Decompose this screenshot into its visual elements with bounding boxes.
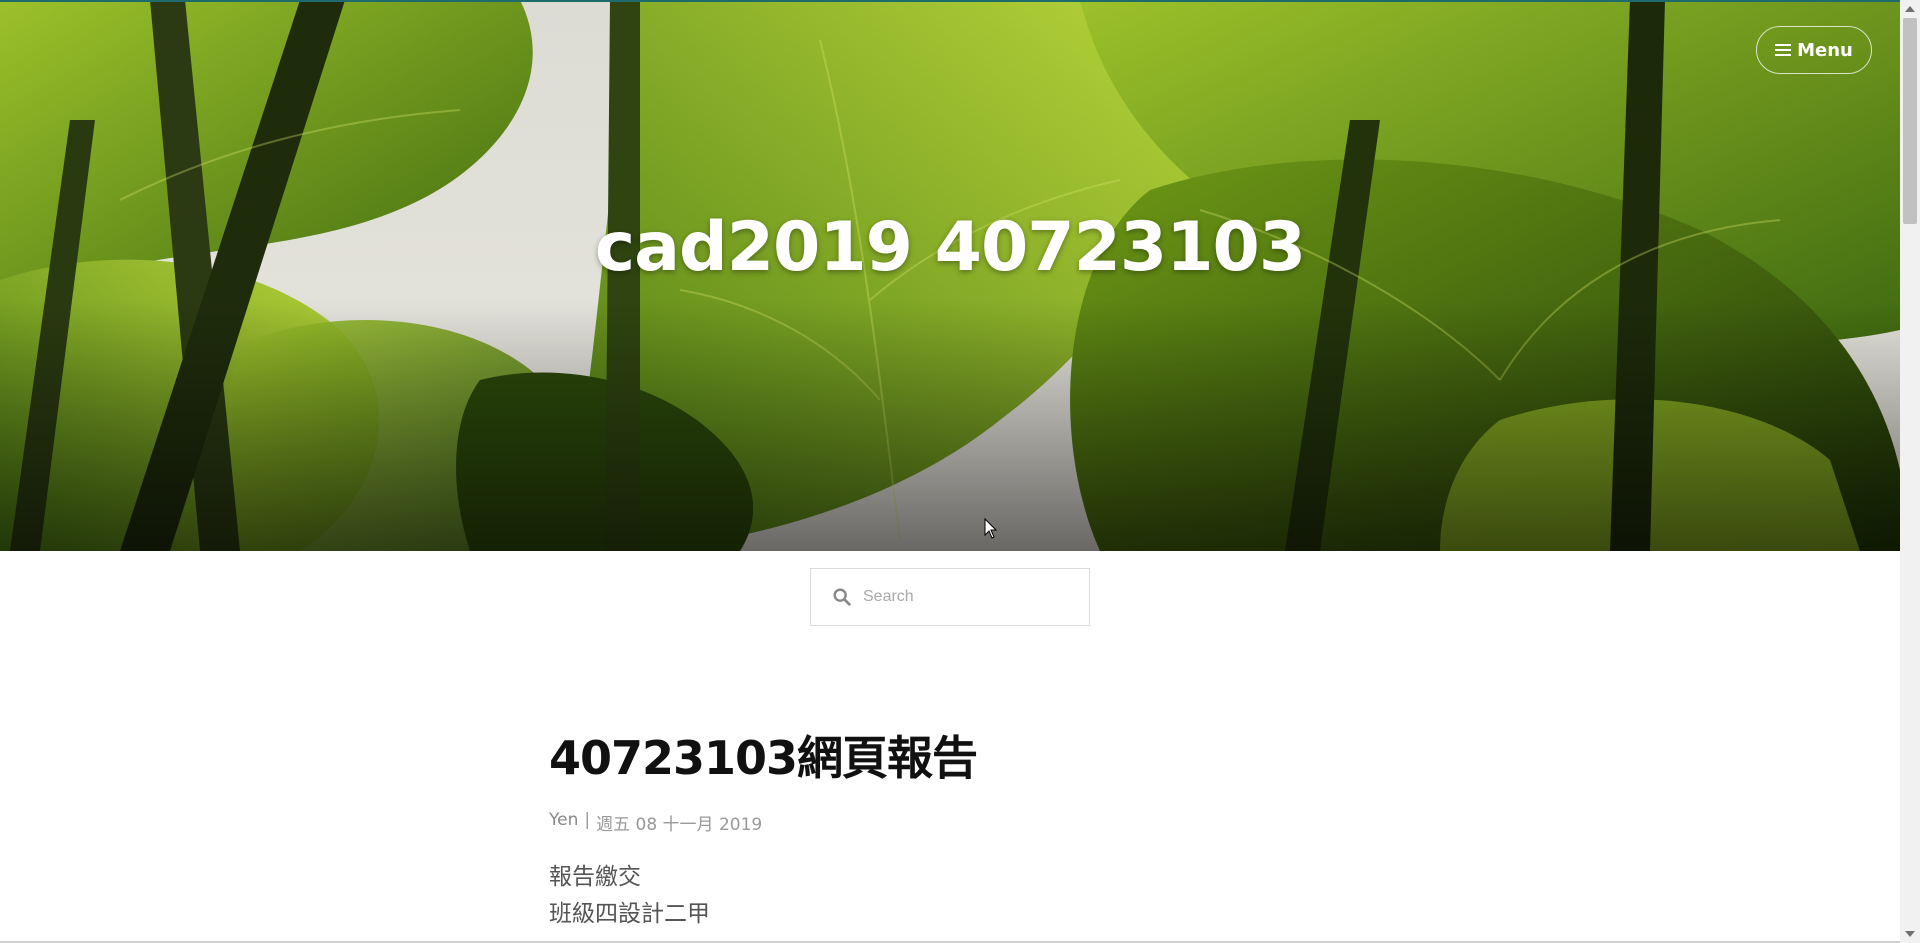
site-title[interactable]: cad2019 40723103 xyxy=(0,208,1900,287)
page: cad2019 40723103 Menu 40723103網頁報告 Yen |… xyxy=(0,0,1900,943)
hamburger-icon xyxy=(1775,44,1792,56)
top-accent-line xyxy=(0,0,1900,2)
mouse-cursor-icon xyxy=(984,518,998,539)
meta-separator: | xyxy=(584,810,591,830)
scrollbar-thumb[interactable] xyxy=(1903,18,1917,224)
post-title[interactable]: 40723103網頁報告 xyxy=(549,730,1369,786)
post-body-line: 報告繳交 xyxy=(549,864,641,890)
post-date: 週五 08 十一月 2019 xyxy=(596,815,763,835)
hero-banner: cad2019 40723103 Menu xyxy=(0,0,1900,551)
scroll-down-arrow-icon[interactable] xyxy=(1905,931,1915,937)
menu-button-label: Menu xyxy=(1797,39,1853,61)
search-box[interactable] xyxy=(810,568,1090,626)
search-input[interactable] xyxy=(861,587,1065,607)
menu-button[interactable]: Menu xyxy=(1756,26,1872,74)
post-meta: Yen | 週五 08 十一月 2019 xyxy=(549,810,1369,835)
scroll-up-arrow-icon[interactable] xyxy=(1905,6,1915,12)
post-body: 報告繳交 班級四設計二甲 xyxy=(549,859,1369,933)
post-body-line: 班級四設計二甲 xyxy=(549,901,710,927)
post-author[interactable]: Yen xyxy=(549,810,578,835)
post-article: 40723103網頁報告 Yen | 週五 08 十一月 2019 報告繳交 班… xyxy=(549,730,1369,933)
search-icon xyxy=(833,588,851,606)
vertical-scrollbar[interactable] xyxy=(1900,0,1920,943)
